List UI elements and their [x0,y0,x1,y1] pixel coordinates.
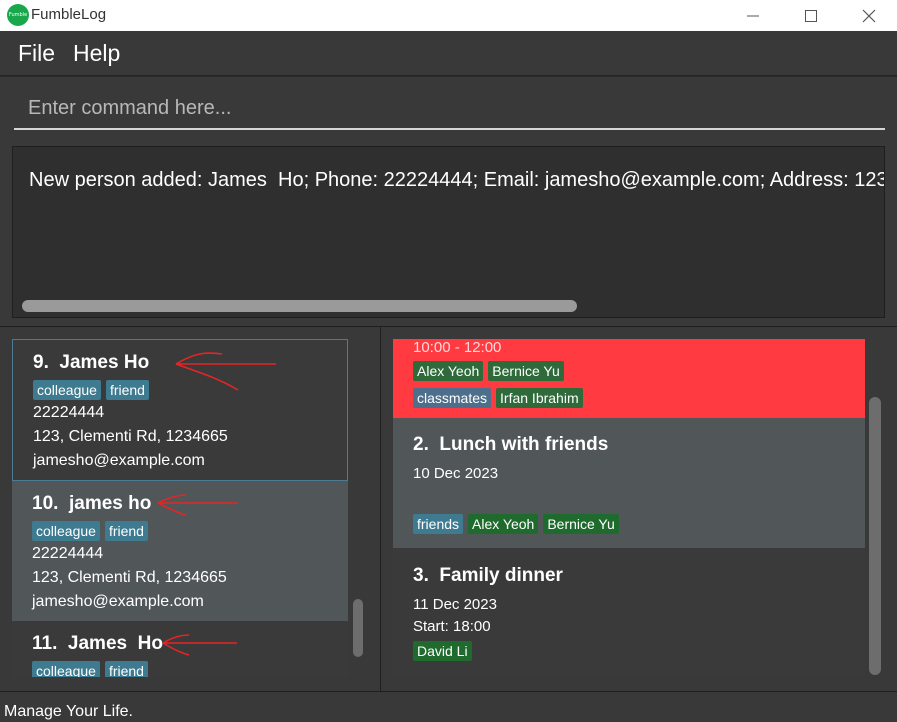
minimize-icon [747,15,759,16]
result-horizontal-scrollbar[interactable] [22,300,577,312]
person-name: 11. James Ho [32,633,163,654]
person-tags: colleague friend [33,380,149,400]
annotation-arrow [157,494,238,516]
person-tag-irfan: Irfan Ibrahim [496,388,583,408]
tag-friend: friend [104,521,148,541]
event-persons: Alex Yeoh Bernice Yu [413,361,564,381]
tag-colleague: colleague [32,661,100,677]
person-tag-alex: Alex Yeoh [413,361,484,381]
maximize-icon [805,9,817,22]
close-icon [862,9,876,22]
event-card-1[interactable]: 10:00 - 12:00 Alex Yeoh Bernice Yu class… [393,339,865,418]
person-name: 9. James Ho [33,352,150,373]
person-tag-alex: Alex Yeoh [468,514,539,534]
event-list-panel: 10:00 - 12:00 Alex Yeoh Bernice Yu class… [381,327,897,691]
person-email: jamesho@example.com [32,593,204,610]
tag-classmates: classmates [413,388,492,408]
tag-friend: friend [105,380,149,400]
person-tag-bernice: Bernice Yu [543,514,619,534]
person-list-panel: 9. James Ho colleague friend 22224444 12… [0,327,380,691]
person-tags: colleague friend [32,521,148,541]
event-card-2[interactable]: 2. Lunch with friends 10 Dec 2023 friend… [393,418,865,548]
person-name: 10. james ho [32,493,152,514]
person-address: 123, Clementi Rd, 1234665 [32,569,227,586]
result-message: New person added: James Ho; Phone: 22224… [29,169,884,191]
person-list[interactable]: 9. James Ho colleague friend 22224444 12… [12,339,349,677]
menu-bar: File Help [0,31,897,76]
event-tags: classmates Irfan Ibrahim [413,388,583,408]
person-card-11[interactable]: 11. James Ho colleague friend [12,621,348,677]
status-bar: Manage Your Life. [0,691,897,722]
person-email: jamesho@example.com [33,452,205,469]
person-tag-bernice: Bernice Yu [488,361,564,381]
result-display-area: New person added: James Ho; Phone: 22224… [0,137,897,326]
person-address: 123, Clementi Rd, 1234665 [33,428,228,445]
menu-file[interactable]: File [18,40,55,67]
person-tags: colleague friend [32,661,148,677]
tag-colleague: colleague [33,380,101,400]
command-box [0,77,897,137]
person-card-10[interactable]: 10. james ho colleague friend 22224444 1… [12,481,348,621]
result-display[interactable]: New person added: James Ho; Phone: 22224… [12,146,885,318]
command-input[interactable] [14,88,885,130]
minimize-button[interactable] [724,0,782,31]
maximize-button[interactable] [782,0,840,31]
tag-friend: friend [104,661,148,677]
tag-friends: friends [413,514,464,534]
event-list[interactable]: 10:00 - 12:00 Alex Yeoh Bernice Yu class… [393,339,865,677]
event-start: Start: 18:00 [413,618,491,635]
title-bar: Fumble Log FumbleLog [0,0,897,31]
event-name: 2. Lunch with friends [413,434,609,455]
tag-colleague: colleague [32,521,100,541]
event-time: 10:00 - 12:00 [413,339,502,356]
event-date: 11 Dec 2023 [413,596,497,613]
event-persons: David Li [413,641,472,661]
menu-help[interactable]: Help [73,40,120,67]
event-date: 10 Dec 2023 [413,465,499,482]
person-card-9[interactable]: 9. James Ho colleague friend 22224444 12… [12,339,348,481]
person-tag-david: David Li [413,641,472,661]
person-list-scrollbar[interactable] [353,599,363,657]
annotation-arrow [162,634,237,656]
event-name: 3. Family dinner [413,565,563,586]
event-list-scrollbar[interactable] [869,397,881,675]
event-card-3[interactable]: 3. Family dinner 11 Dec 2023 Start: 18:0… [393,548,865,677]
annotation-arrow [175,352,276,391]
status-message: Manage Your Life. [4,703,133,720]
event-tags: friends Alex Yeoh Bernice Yu [413,514,619,534]
person-phone: 22224444 [32,545,104,562]
close-button[interactable] [840,0,897,31]
app-logo-icon: Fumble Log [7,4,29,26]
person-phone: 22224444 [33,404,105,421]
window-title: FumbleLog [31,6,107,23]
